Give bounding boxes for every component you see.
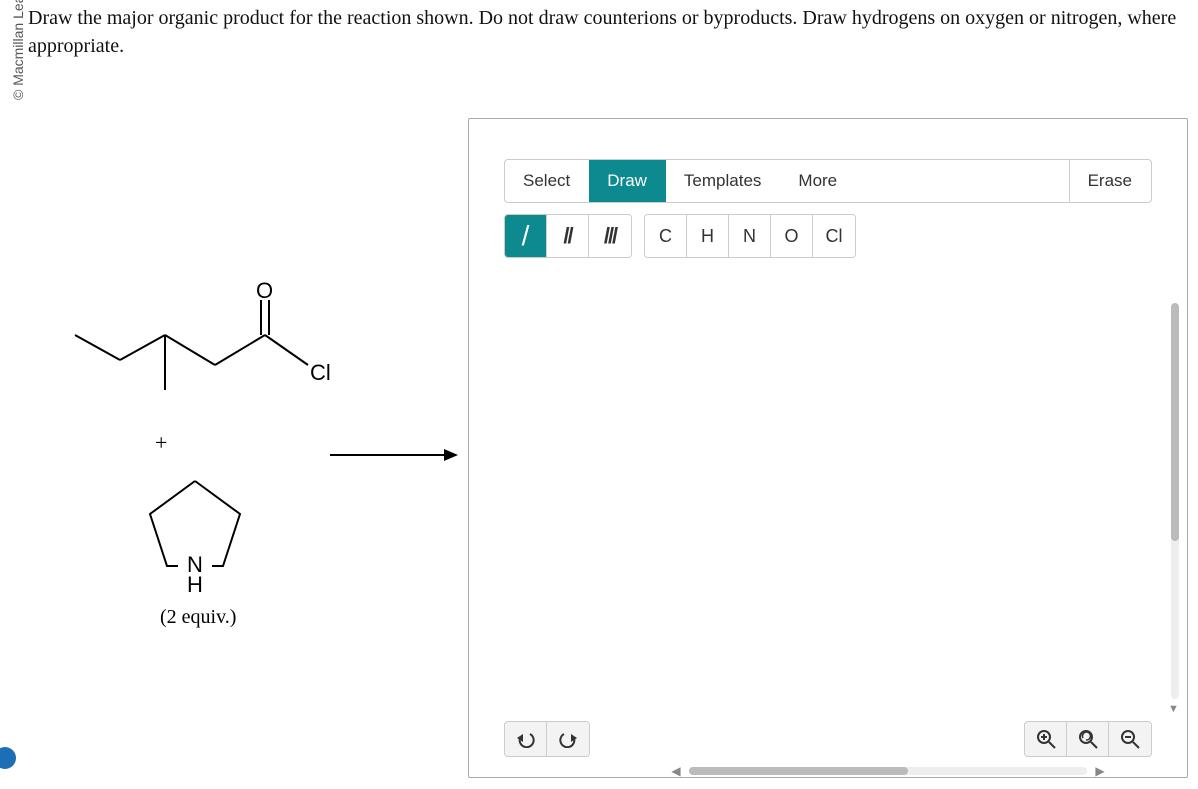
- tab-draw[interactable]: Draw: [589, 160, 666, 202]
- tool-row: / // /// C H N O Cl: [504, 214, 1152, 258]
- drawing-canvas[interactable]: [489, 269, 1167, 717]
- equivalents-label: (2 equiv.): [160, 606, 460, 629]
- undo-redo-group: [504, 721, 590, 757]
- zoom-reset-icon: [1077, 728, 1099, 750]
- reaction-arrow-icon: [330, 445, 460, 465]
- scroll-v-track[interactable]: [1171, 303, 1179, 699]
- oxygen-label: O: [256, 280, 273, 303]
- scroll-h-track[interactable]: [689, 767, 1087, 775]
- scroll-left-icon[interactable]: ◀: [669, 764, 683, 778]
- editor-toolbar: Select Draw Templates More Erase: [504, 159, 1152, 203]
- zoom-group: [1024, 721, 1152, 757]
- undo-button[interactable]: [505, 722, 547, 756]
- copyright-text: © Macmillan Learning: [10, 0, 26, 100]
- double-bond-button[interactable]: //: [547, 215, 589, 257]
- tab-templates[interactable]: Templates: [666, 160, 780, 202]
- scroll-down-icon[interactable]: ▼: [1168, 703, 1182, 717]
- question-prompt: Draw the major organic product for the r…: [28, 4, 1188, 60]
- tab-erase[interactable]: Erase: [1069, 160, 1151, 202]
- element-c-button[interactable]: C: [645, 215, 687, 257]
- element-o-button[interactable]: O: [771, 215, 813, 257]
- scroll-v-thumb[interactable]: [1171, 303, 1179, 541]
- redo-button[interactable]: [547, 722, 589, 756]
- element-h-button[interactable]: H: [687, 215, 729, 257]
- zoom-in-icon: [1035, 728, 1057, 750]
- tab-more[interactable]: More: [780, 160, 856, 202]
- zoom-out-button[interactable]: [1109, 722, 1151, 756]
- vertical-scrollbar[interactable]: ▼: [1169, 299, 1181, 717]
- element-tools: C H N O Cl: [644, 214, 856, 258]
- redo-icon: [558, 730, 578, 748]
- helper-dot-icon[interactable]: [0, 747, 16, 769]
- hydrogen-label: H: [187, 572, 203, 597]
- single-bond-button[interactable]: /: [505, 215, 547, 257]
- zoom-in-button[interactable]: [1025, 722, 1067, 756]
- bond-tools: / // ///: [504, 214, 632, 258]
- zoom-reset-button[interactable]: [1067, 722, 1109, 756]
- element-n-button[interactable]: N: [729, 215, 771, 257]
- acyl-chloride-structure: O Cl: [60, 280, 380, 420]
- scroll-right-icon[interactable]: ▶: [1093, 764, 1107, 778]
- horizontal-scrollbar[interactable]: ◀ ▶: [669, 765, 1107, 777]
- pyrrolidine-structure: N H: [115, 466, 315, 606]
- structure-editor: Select Draw Templates More Erase / // //…: [468, 118, 1188, 778]
- tab-select[interactable]: Select: [505, 160, 589, 202]
- element-cl-button[interactable]: Cl: [813, 215, 855, 257]
- zoom-out-icon: [1119, 728, 1141, 750]
- triple-bond-button[interactable]: ///: [589, 215, 631, 257]
- scroll-h-thumb[interactable]: [689, 767, 908, 775]
- chlorine-label: Cl: [310, 360, 331, 385]
- bottom-controls: [504, 719, 1172, 759]
- undo-icon: [516, 730, 536, 748]
